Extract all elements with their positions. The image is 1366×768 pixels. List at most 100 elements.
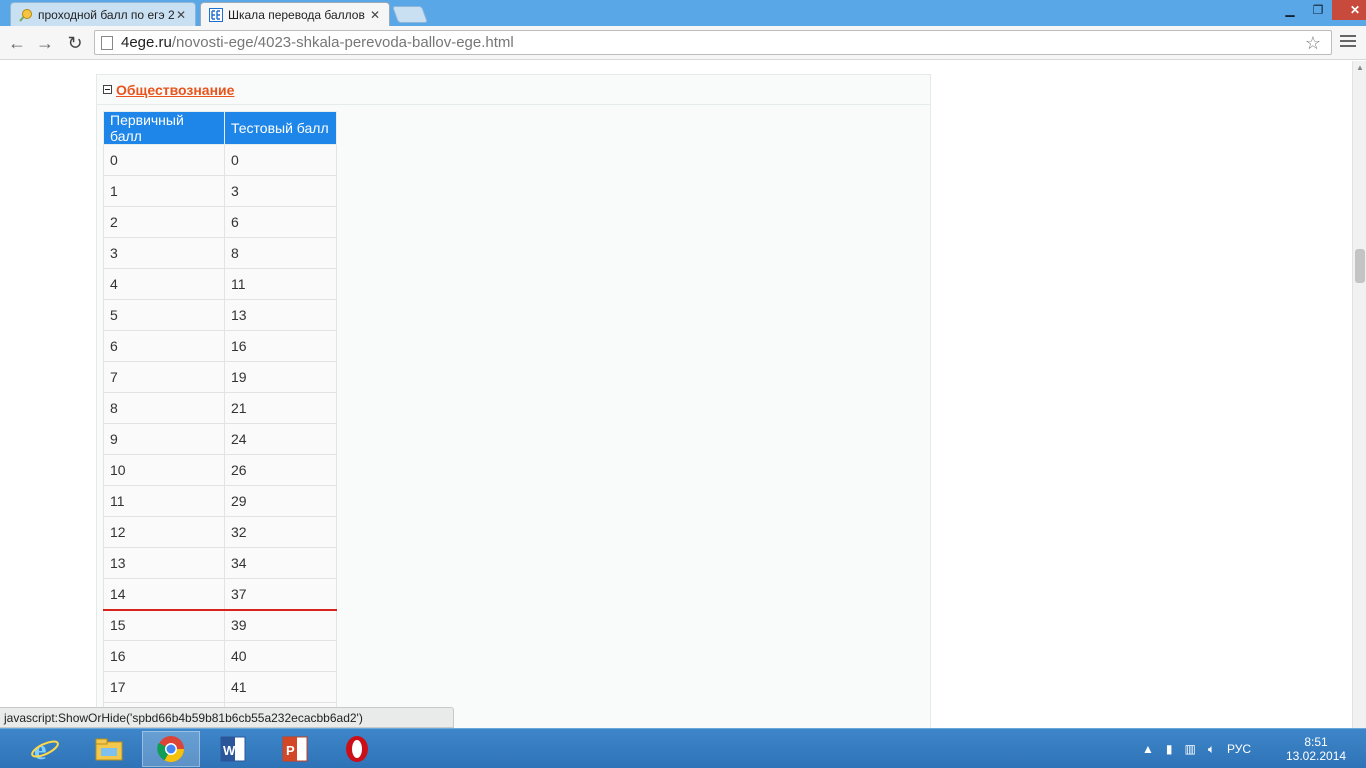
- table-row: 12 32: [103, 516, 337, 548]
- table-row: 4 11: [103, 268, 337, 300]
- close-tab-icon[interactable]: ✕: [369, 8, 381, 22]
- chrome-icon: [157, 736, 184, 762]
- restore-icon[interactable]: ❐: [1304, 0, 1332, 20]
- tab-search[interactable]: проходной балл по егэ 2 ✕: [10, 2, 196, 26]
- word-icon: W: [220, 736, 246, 762]
- page-icon: [101, 35, 113, 50]
- window-controls: ▁ ❐ ✕: [1276, 0, 1366, 20]
- section-title-link[interactable]: Обществознание: [116, 82, 234, 98]
- powerpoint-taskbar-button[interactable]: P: [266, 731, 324, 767]
- table-row: 15 39: [103, 609, 337, 641]
- clock[interactable]: 8:51 13.02.2014: [1286, 735, 1346, 763]
- table-row: 7 19: [103, 361, 337, 393]
- primary-score-cell: 8: [103, 392, 225, 424]
- tab-scale[interactable]: Шкала перевода баллов ✕: [200, 2, 390, 26]
- address-bar[interactable]: 4ege.ru/novosti-ege/4023-shkala-perevoda…: [94, 30, 1332, 55]
- test-score-cell: 6: [224, 206, 337, 238]
- table-row: 16 40: [103, 640, 337, 672]
- network-icon[interactable]: ▥: [1185, 742, 1196, 756]
- ie-taskbar-button[interactable]: e: [16, 731, 74, 767]
- vertical-scrollbar[interactable]: ▲: [1352, 61, 1366, 728]
- forward-arrow-icon[interactable]: →: [34, 32, 56, 54]
- language-indicator[interactable]: РУС: [1227, 742, 1251, 756]
- primary-score-cell: 1: [103, 175, 225, 207]
- table-row: 6 16: [103, 330, 337, 362]
- test-score-cell: 0: [224, 144, 337, 176]
- primary-score-cell: 0: [103, 144, 225, 176]
- primary-score-cell: 16: [103, 640, 225, 672]
- table-body: 0 0 1 3 2 6 3 8 4 11 5 13 6 16 7 19 8 21 9 24 10 26 11 29 12 32 13…: [103, 144, 337, 728]
- test-score-cell: 37: [224, 578, 337, 611]
- battery-icon[interactable]: ▮: [1166, 742, 1173, 756]
- primary-score-cell: 6: [103, 330, 225, 362]
- ie-icon: e: [31, 735, 59, 764]
- table-row: 26: [103, 206, 337, 238]
- primary-score-cell: 13: [103, 547, 225, 579]
- page-content: Обществознание Первичный балл Тестовый б…: [0, 61, 1352, 728]
- explorer-taskbar-button[interactable]: [80, 731, 138, 767]
- test-score-cell: 29: [224, 485, 337, 517]
- test-score-cell: 16: [224, 330, 337, 362]
- collapse-toggle-icon[interactable]: [103, 85, 112, 94]
- scroll-up-arrow-icon[interactable]: ▲: [1356, 63, 1364, 72]
- clock-time: 8:51: [1304, 735, 1328, 749]
- score-conversion-table: Первичный балл Тестовый балл 0 0 1 3 2 6 3 8 4 11…: [103, 111, 337, 728]
- back-arrow-icon[interactable]: ←: [6, 32, 28, 54]
- table-row: 00: [103, 144, 337, 176]
- test-score-cell: 34: [224, 547, 337, 579]
- scroll-thumb[interactable]: [1355, 249, 1365, 283]
- table-row: 13 34: [103, 547, 337, 579]
- show-hidden-icons-icon[interactable]: ▲: [1142, 742, 1154, 756]
- spoiler-panel: Обществознание Первичный балл Тестовый б…: [96, 74, 931, 728]
- explorer-icon: [95, 738, 123, 761]
- table-row: 5 13: [103, 299, 337, 331]
- chrome-menu-icon[interactable]: [1340, 35, 1356, 50]
- table-row: 11 29: [103, 485, 337, 517]
- url-path: /novosti-ege/4023-shkala-perevoda-ballov…: [171, 34, 514, 51]
- table-row: 14 37: [103, 578, 337, 611]
- powerpoint-icon: P: [282, 736, 308, 762]
- svg-text:W: W: [223, 743, 236, 758]
- svg-text:P: P: [286, 743, 295, 758]
- column-header-test: Тестовый балл: [224, 111, 337, 145]
- primary-score-cell: 10: [103, 454, 225, 486]
- browser-toolbar: ← → ↻ 4ege.ru/novosti-ege/4023-shkala-pe…: [0, 26, 1366, 60]
- column-header-primary: Первичный балл: [103, 111, 225, 145]
- table-row: 8 21: [103, 392, 337, 424]
- primary-score-cell: 7: [103, 361, 225, 393]
- test-score-cell: 8: [224, 237, 337, 269]
- test-score-cell: 39: [224, 609, 337, 641]
- test-score-cell: 11: [224, 268, 337, 300]
- tab-title: проходной балл по егэ 2: [38, 7, 175, 22]
- close-tab-icon[interactable]: ✕: [175, 8, 187, 22]
- test-score-cell: 3: [224, 175, 337, 207]
- volume-icon[interactable]: 🔈︎: [1208, 742, 1215, 757]
- word-taskbar-button[interactable]: W: [204, 731, 262, 767]
- primary-score-cell: 14: [103, 578, 225, 611]
- table-row: 9 24: [103, 423, 337, 455]
- primary-score-cell: 4: [103, 268, 225, 300]
- browser-titlebar: проходной балл по егэ 2 ✕ Шкала перевода…: [0, 0, 1366, 26]
- reload-icon[interactable]: ↻: [64, 32, 86, 54]
- opera-icon: [346, 736, 368, 762]
- test-score-cell: 26: [224, 454, 337, 486]
- minimize-icon[interactable]: ▁: [1276, 0, 1304, 20]
- test-score-cell: 24: [224, 423, 337, 455]
- primary-score-cell: 2: [103, 206, 225, 238]
- windows-taskbar: e W P ▲ ▮ ▥ 🔈︎ РУС 8:51 13.02.2014: [0, 728, 1366, 768]
- primary-score-cell: 17: [103, 671, 225, 703]
- chrome-taskbar-button[interactable]: [142, 731, 200, 767]
- 4ege-favicon-icon: [209, 7, 223, 22]
- new-tab-button[interactable]: [391, 6, 429, 23]
- close-window-icon[interactable]: ✕: [1332, 0, 1366, 20]
- test-score-cell: 13: [224, 299, 337, 331]
- primary-score-cell: 3: [103, 237, 225, 269]
- test-score-cell: 40: [224, 640, 337, 672]
- primary-score-cell: 9: [103, 423, 225, 455]
- test-score-cell: 41: [224, 671, 337, 703]
- primary-score-cell: 15: [103, 609, 225, 641]
- url-host: 4ege.ru: [121, 34, 172, 51]
- primary-score-cell: 12: [103, 516, 225, 548]
- opera-taskbar-button[interactable]: [328, 731, 386, 767]
- bookmark-star-icon[interactable]: ☆: [1305, 33, 1321, 54]
